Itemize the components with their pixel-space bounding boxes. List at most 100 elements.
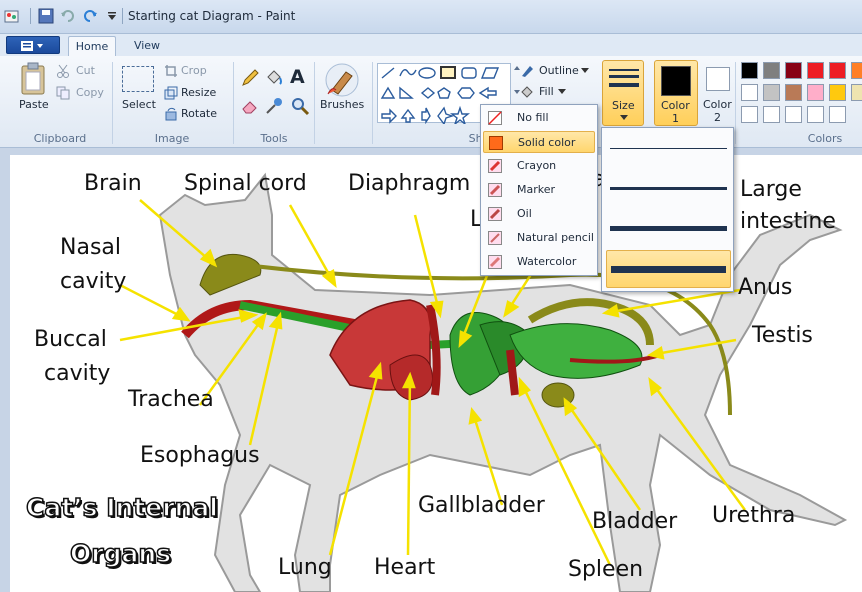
size-label: Size (612, 99, 635, 112)
palette-swatch-gray[interactable] (763, 62, 780, 79)
eraser-icon[interactable] (240, 96, 260, 116)
title-bar: Starting cat Diagram - Paint (0, 0, 862, 34)
save-icon[interactable] (38, 8, 54, 24)
color2-label-line2: 2 (714, 111, 721, 124)
fill-dropdown-icon[interactable] (558, 89, 566, 95)
fill-option-label: Oil (517, 207, 532, 220)
group-separator (372, 62, 373, 144)
select-label[interactable]: Select (122, 98, 156, 111)
watercolor-icon (488, 255, 502, 269)
palette-swatch-custom-3[interactable] (785, 106, 802, 123)
brushes-icon[interactable] (324, 62, 360, 98)
palette-swatch-custom-1[interactable] (741, 106, 758, 123)
palette-swatch-black[interactable] (741, 62, 758, 79)
label-brain: Brain (84, 171, 142, 196)
size-option-3[interactable] (606, 210, 731, 248)
fill-option-label: Natural pencil (517, 231, 594, 244)
size-line-1px (610, 148, 727, 149)
palette-swatch-dark-red[interactable] (785, 62, 802, 79)
size-option-1[interactable] (606, 130, 731, 168)
palette-swatch-custom-2[interactable] (763, 106, 780, 123)
redo-icon[interactable] (82, 8, 98, 24)
group-separator (233, 62, 234, 144)
qa-separator-2 (122, 8, 123, 24)
fill-option-watercolor[interactable]: Watercolor (483, 251, 595, 273)
color1-button[interactable]: Color 1 (654, 60, 698, 126)
paste-icon[interactable] (18, 62, 50, 96)
fill-label[interactable]: Fill (539, 85, 554, 98)
fill-option-oil[interactable]: Oil (483, 203, 595, 225)
color2-label-line1[interactable]: Color (703, 98, 732, 111)
palette-swatch-pink[interactable] (807, 84, 824, 101)
magnifier-icon[interactable] (290, 96, 310, 116)
paint-menu-button[interactable] (6, 36, 60, 54)
color2-swatch[interactable] (706, 67, 730, 91)
palette-swatch-orange[interactable] (851, 62, 862, 79)
fill-option-solid-color[interactable]: Solid color (483, 131, 595, 153)
brushes-label[interactable]: Brushes (320, 98, 364, 111)
drawing-canvas[interactable]: Brain Spinal cord Diaphragm L a Large in… (10, 155, 862, 592)
colors-group-label: Colors (807, 132, 843, 145)
paste-label[interactable]: Paste (19, 98, 49, 111)
label-spleen: Spleen (568, 557, 644, 582)
label-buccal-1: Buccal (34, 327, 107, 352)
palette-swatch-gold[interactable] (829, 84, 846, 101)
fill-option-marker[interactable]: Marker (483, 179, 595, 201)
rotate-icon[interactable] (164, 107, 178, 121)
fill-icon[interactable] (520, 85, 536, 99)
customize-qa-icon[interactable] (104, 8, 120, 24)
text-tool-icon[interactable]: A (290, 66, 305, 88)
palette-swatch-brown[interactable] (785, 84, 802, 101)
crop-label[interactable]: Crop (181, 64, 207, 77)
diagram-title-line1: Cat’s Internal (25, 492, 218, 523)
label-large-intestine-2: intestine (740, 209, 836, 234)
size-button[interactable]: Size (602, 60, 644, 126)
undo-icon[interactable] (60, 8, 76, 24)
cut-label[interactable]: Cut (76, 64, 95, 77)
crop-icon[interactable] (164, 64, 178, 78)
size-option-4[interactable] (606, 250, 731, 288)
select-icon[interactable] (122, 66, 154, 92)
label-nasal-1: Nasal (60, 235, 121, 260)
palette-swatch-white[interactable] (741, 84, 758, 101)
marker-icon (488, 183, 502, 197)
size-line-8px (611, 266, 726, 273)
rotate-label[interactable]: Rotate (181, 107, 217, 120)
label-gallbladder: Gallbladder (418, 493, 545, 518)
palette-swatch-light-yellow[interactable] (851, 84, 862, 101)
paint-app-icon[interactable] (4, 8, 20, 24)
label-nasal-2: cavity (60, 269, 127, 294)
pencil-icon[interactable] (240, 68, 260, 88)
window-title: Starting cat Diagram - Paint (128, 9, 296, 23)
tab-view[interactable]: View (124, 36, 170, 56)
label-heart: Heart (374, 555, 436, 580)
tab-home[interactable]: Home (68, 36, 116, 56)
cut-icon[interactable] (56, 64, 70, 78)
fill-option-label: No fill (517, 111, 549, 124)
fill-option-no-fill[interactable]: No fill (483, 107, 595, 129)
palette-swatch-custom-4[interactable] (807, 106, 824, 123)
palette-swatch-red-2[interactable] (829, 62, 846, 79)
clipboard-group-label: Clipboard (33, 132, 87, 145)
color-picker-icon[interactable] (264, 96, 284, 116)
resize-icon[interactable] (164, 86, 178, 100)
copy-icon[interactable] (56, 86, 70, 100)
outline-dropdown-icon[interactable] (581, 68, 589, 74)
fill-option-crayon[interactable]: Crayon (483, 155, 595, 177)
fill-bucket-icon[interactable] (264, 68, 284, 88)
fill-option-natural-pencil[interactable]: Natural pencil (483, 227, 595, 249)
palette-swatch-custom-5[interactable] (829, 106, 846, 123)
size-dropdown-menu (601, 127, 734, 292)
palette-swatch-light-gray[interactable] (763, 84, 780, 101)
size-line-5px (610, 226, 727, 231)
palette-swatch-red[interactable] (807, 62, 824, 79)
label-large-intestine-1: Large (740, 177, 802, 202)
crayon-icon (488, 159, 502, 173)
resize-label[interactable]: Resize (181, 86, 216, 99)
size-option-2[interactable] (606, 170, 731, 208)
outline-icon[interactable] (520, 64, 536, 78)
outline-label[interactable]: Outline (539, 64, 579, 77)
solid-color-icon (489, 136, 503, 150)
copy-label[interactable]: Copy (76, 86, 104, 99)
label-trachea: Trachea (128, 387, 214, 412)
